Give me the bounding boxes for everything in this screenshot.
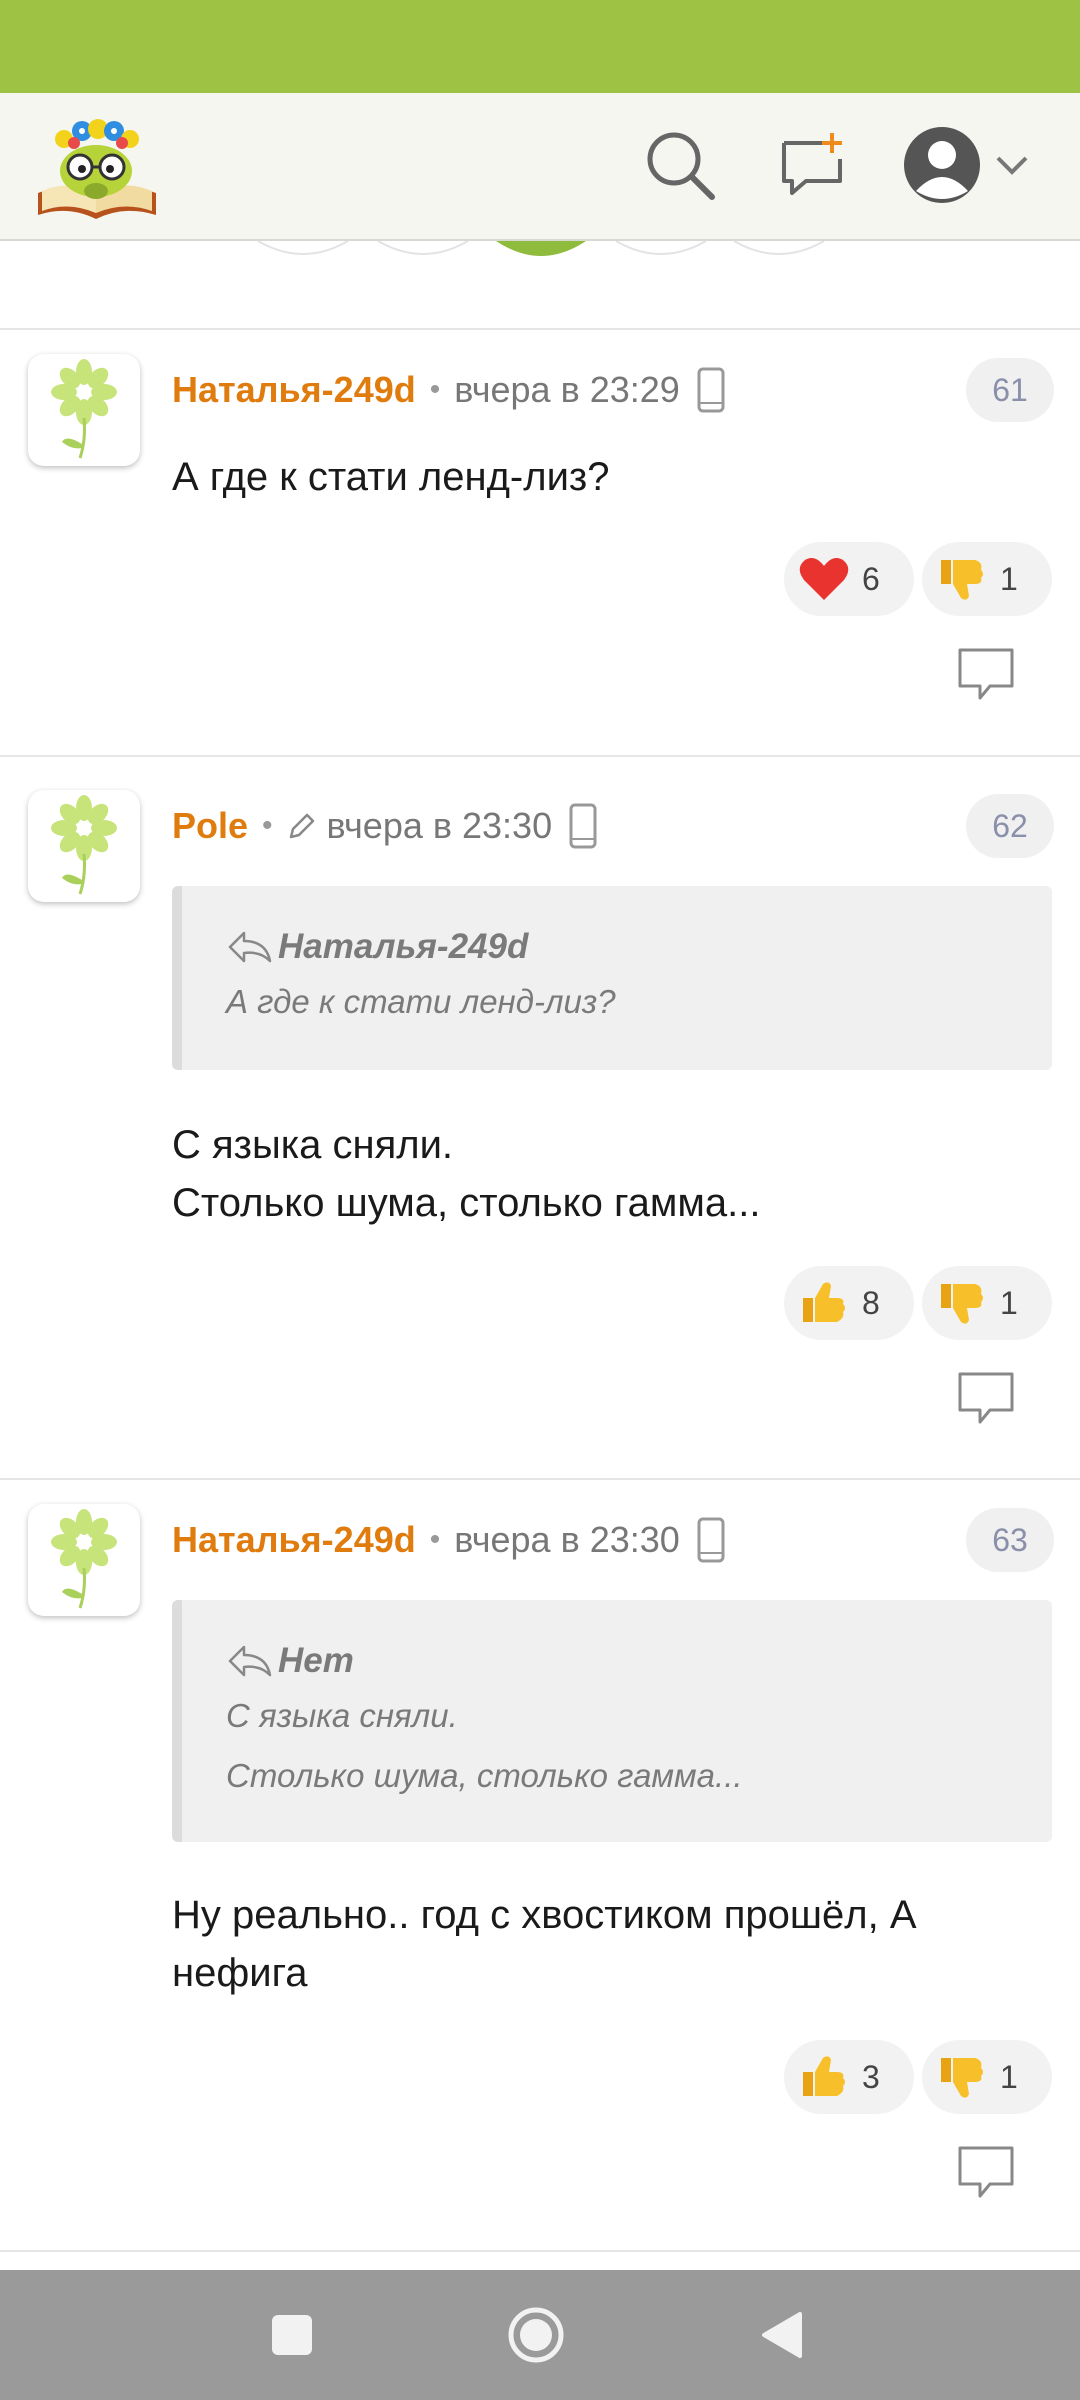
comment-body-line: Столько шума, столько гамма... (172, 1181, 761, 1225)
comment-time: вчера в 23:29 (454, 369, 680, 410)
comment-body-line: Ну реально.. год с хвостиком прошёл, А (172, 1893, 917, 1937)
divider (0, 328, 1080, 330)
quote-line: Столько шума, столько гамма... (226, 1757, 743, 1794)
comment-body: А где к стати ленд-лиз? (172, 448, 1052, 506)
comment-time: вчера в 23:30 (454, 1519, 680, 1560)
thumbs-up-icon (798, 2051, 850, 2103)
avatar[interactable] (28, 790, 140, 902)
reaction-count: 1 (1000, 1284, 1018, 1321)
reaction-count: 8 (862, 1284, 880, 1321)
thumbs-down-icon (936, 553, 988, 605)
search-icon[interactable] (638, 123, 722, 207)
comment-body-line: А где к стати ленд-лиз? (172, 455, 610, 499)
recent-apps-icon[interactable] (262, 2305, 322, 2365)
avatar[interactable] (28, 354, 140, 466)
divider (0, 1478, 1080, 1480)
reply-icon[interactable] (956, 1370, 1016, 1428)
back-icon[interactable] (752, 2305, 812, 2365)
comment-meta: Наталья-249d • вчера в 23:30 (172, 1510, 726, 1570)
reaction-like[interactable]: 8 (784, 1266, 914, 1340)
reply-icon[interactable] (956, 2144, 1016, 2202)
comment-meta: Pole • вчера в 23:30 (172, 796, 598, 856)
quote-line: С языка сняли. (226, 1697, 458, 1734)
quote-block[interactable]: Наталья-249d А где к стати ленд-лиз? (172, 886, 1052, 1070)
comment-number-badge[interactable]: 62 (966, 794, 1054, 858)
quote-author-row: Нет (226, 1636, 1052, 1686)
quote-author: Наталья-249d (278, 927, 529, 966)
avatar[interactable] (28, 1504, 140, 1616)
divider (0, 755, 1080, 757)
author-name[interactable]: Pole (172, 805, 248, 847)
reaction-heart[interactable]: 6 (784, 542, 914, 616)
reaction-dislike[interactable]: 1 (922, 542, 1052, 616)
quote-line: А где к стати ленд-лиз? (226, 983, 616, 1020)
quote-block[interactable]: Нет С языка сняли. Столько шума, столько… (172, 1600, 1052, 1842)
mobile-device-icon (696, 367, 726, 413)
reaction-count: 1 (1000, 2058, 1018, 2095)
new-message-icon[interactable] (770, 123, 854, 207)
thumbs-down-icon (936, 2051, 988, 2103)
pagination-peek (0, 241, 1080, 261)
app-header (0, 93, 1080, 241)
reaction-count: 3 (862, 2058, 880, 2095)
comment-number-badge[interactable]: 63 (966, 1508, 1054, 1572)
reply-icon[interactable] (956, 646, 1016, 704)
reaction-dislike[interactable]: 1 (922, 1266, 1052, 1340)
edited-pencil-icon (287, 811, 317, 841)
user-avatar-icon[interactable] (900, 123, 984, 207)
mobile-device-icon (696, 1517, 726, 1563)
author-name[interactable]: Наталья-249d (172, 1519, 416, 1561)
comment-number-badge[interactable]: 61 (966, 358, 1054, 422)
reaction-like[interactable]: 3 (784, 2040, 914, 2114)
comment-body: Ну реально.. год с хвостиком прошёл, А н… (172, 1886, 1052, 2002)
reaction-dislike[interactable]: 1 (922, 2040, 1052, 2114)
thumbs-down-icon (936, 1277, 988, 1329)
comment-time: вчера в 23:30 (326, 805, 553, 846)
comment-body-line: нефига (172, 1951, 308, 1995)
quote-author-row: Наталья-249d (226, 922, 1052, 972)
quote-author: Нет (278, 1641, 354, 1680)
reply-arrow-icon (226, 1643, 272, 1679)
reaction-count: 1 (1000, 560, 1018, 597)
thumbs-up-icon (798, 1277, 850, 1329)
home-icon[interactable] (506, 2305, 566, 2365)
reply-arrow-icon (226, 929, 272, 965)
author-name[interactable]: Наталья-249d (172, 369, 416, 411)
separator-dot: • (262, 809, 273, 842)
comment-meta: Наталья-249d • вчера в 23:29 (172, 360, 726, 420)
divider (0, 2250, 1080, 2252)
chevron-down-icon[interactable] (990, 148, 1034, 182)
status-bar (0, 0, 1080, 93)
comment-body: С языка сняли. Столько шума, столько гам… (172, 1116, 1052, 1232)
heart-icon (798, 553, 850, 605)
comment-body-line: С языка сняли. (172, 1123, 454, 1167)
logo-icon[interactable] (34, 109, 160, 223)
separator-dot: • (429, 1523, 441, 1556)
system-nav-bar (0, 2270, 1080, 2400)
mobile-device-icon (568, 803, 598, 849)
separator-dot: • (429, 373, 441, 406)
reaction-count: 6 (862, 560, 880, 597)
